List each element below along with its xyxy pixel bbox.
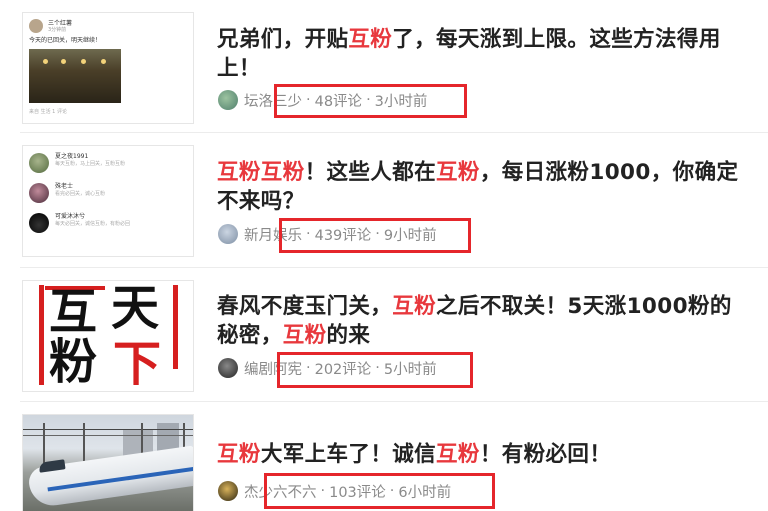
- divider: [20, 267, 768, 268]
- calligraphy-char: 粉: [49, 334, 98, 390]
- mini-post-text: 今天的已回关，明天继续！: [29, 37, 102, 44]
- divider: [20, 132, 768, 133]
- account-row: 殊老士 看完必回关，诚心互粉: [23, 176, 193, 206]
- thumbnail-train-photo[interactable]: [22, 414, 194, 511]
- account-desc: 看完必回关，诚心互粉: [55, 191, 106, 197]
- highlight-box: [277, 352, 473, 388]
- author-avatar[interactable]: [218, 481, 238, 501]
- article-title[interactable]: 春风不度玉门关，互粉之后不取关！5天涨1000粉的秘密，互粉的来: [217, 292, 745, 350]
- account-row: 可爱沐沐兮 每天必回关，诚信互粉，有粉必回: [23, 206, 193, 236]
- author-avatar[interactable]: [218, 358, 238, 378]
- account-desc: 每天互粉，马上回关，互粉互粉: [55, 161, 126, 167]
- account-desc: 每天必回关，诚信互粉，有粉必回: [55, 221, 131, 227]
- highlight-box: [264, 473, 495, 509]
- title-keyword: 互粉互粉: [217, 160, 305, 185]
- red-stroke: [173, 285, 178, 369]
- calligraphy-char: 互: [49, 284, 98, 340]
- thumbnail-calligraphy[interactable]: 互 天 粉 下: [22, 280, 194, 392]
- account-name: 可爱沐沐兮: [55, 213, 86, 220]
- author-avatar[interactable]: [218, 90, 238, 110]
- article-title[interactable]: 互粉互粉！这些人都在互粉，每日涨粉1000，你确定不来吗？: [217, 158, 745, 216]
- account-name: 夏之夜1991: [55, 153, 89, 160]
- title-keyword: 互粉: [392, 294, 437, 319]
- calligraphy-char: 下: [113, 336, 162, 392]
- title-text: 的来: [326, 323, 371, 348]
- article-title[interactable]: 兄弟们，开贴互粉了，每天涨到上限。这些方法得用上！: [217, 25, 745, 83]
- title-keyword: 互粉: [282, 323, 327, 348]
- red-stroke: [39, 285, 44, 385]
- avatar: [29, 213, 49, 233]
- title-text: ！有粉必回！: [479, 442, 612, 467]
- mini-author-name: 三个红薯: [48, 19, 73, 27]
- title-keyword: 互粉: [436, 160, 480, 185]
- mini-post-photo: [29, 49, 121, 103]
- account-row: 夏之夜1991 每天互粉，马上回关，互粉互粉: [23, 146, 193, 176]
- title-keyword: 互粉: [436, 442, 480, 467]
- account-name: 殊老士: [55, 183, 74, 190]
- highlight-box: [279, 218, 471, 253]
- title-keyword: 互粉: [348, 27, 393, 52]
- thumbnail-post-screenshot[interactable]: 三个红薯 3分钟前 今天的已回关，明天继续！ 来自 生活 1 评论: [22, 12, 194, 124]
- title-text: 春风不度玉门关，: [217, 294, 393, 319]
- title-text: 兄弟们，开贴: [217, 27, 349, 52]
- avatar: [29, 19, 43, 33]
- calligraphy-art: 互 天 粉 下: [37, 283, 179, 389]
- avatar: [29, 183, 49, 203]
- mini-post-header: 三个红薯 3分钟前: [23, 13, 193, 35]
- article-feed: 三个红薯 3分钟前 今天的已回关，明天继续！ 来自 生活 1 评论 兄弟们，开贴…: [0, 0, 768, 511]
- highlight-box: [274, 84, 467, 118]
- title-text: ！这些人都在: [304, 160, 437, 185]
- title-text: 大军上车了！诚信: [260, 442, 437, 467]
- mini-timestamp: 3分钟前: [48, 26, 67, 33]
- author-avatar[interactable]: [218, 224, 238, 244]
- title-keyword: 互粉: [217, 442, 261, 467]
- article-title[interactable]: 互粉大军上车了！诚信互粉！有粉必回！: [217, 440, 745, 469]
- train-photo: [23, 415, 193, 511]
- mini-post-footer: 来自 生活 1 评论: [29, 109, 67, 115]
- divider: [20, 401, 768, 402]
- thumbnail-account-list[interactable]: 夏之夜1991 每天互粉，马上回关，互粉互粉 殊老士 看完必回关，诚心互粉 可爱…: [22, 145, 194, 257]
- calligraphy-char: 天: [111, 280, 160, 336]
- avatar: [29, 153, 49, 173]
